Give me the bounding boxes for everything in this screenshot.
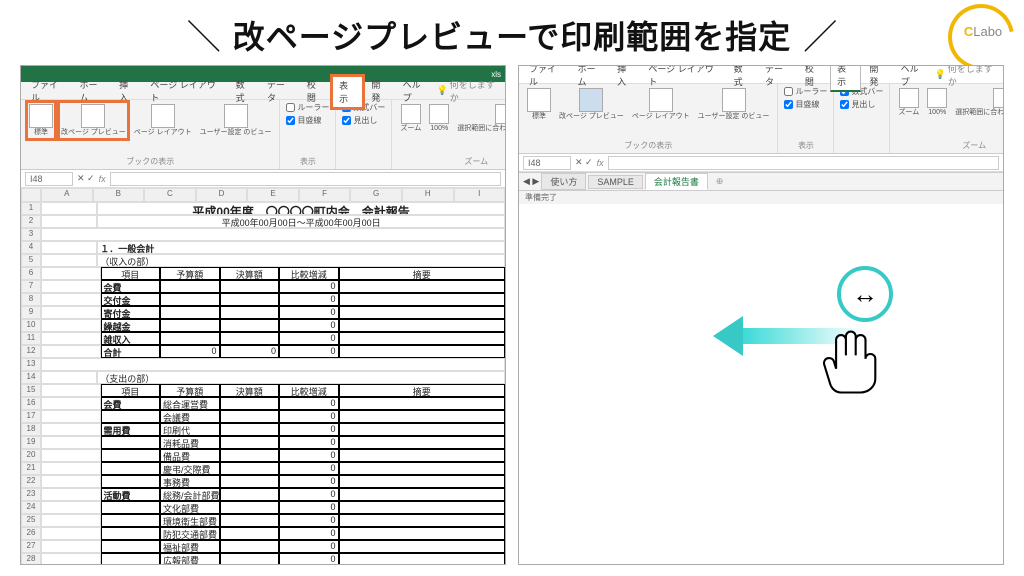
sheet-tab-0-r[interactable]: 使い方 [541, 173, 586, 190]
ribbon: 標準 改ページ プレビュー ページ レイアウト ユーザー設定 のビュー ブックの… [21, 100, 505, 170]
view-custom-button[interactable]: ユーザー設定 のビュー [198, 102, 274, 139]
chk-headings[interactable]: 見出し [342, 115, 385, 126]
chk-gridlines[interactable]: 目盛線 [286, 115, 329, 126]
menubar: ファイル ホーム 挿入 ページ レイアウト 数式 データ 校閲 表示 開発 ヘル… [21, 82, 505, 100]
name-box-r[interactable]: I48 [523, 156, 571, 170]
zoom-100-button[interactable]: 100% [427, 102, 451, 135]
view-pagebreak-button[interactable]: 改ページ プレビュー [59, 102, 128, 139]
ribbon-r: 標準 改ページ プレビュー ページ レイアウト ユーザー設定 のビュー ブックの… [519, 84, 1003, 154]
view-custom-button-r[interactable]: ユーザー設定 のビュー [696, 86, 772, 123]
tab-nav-r[interactable]: ◀ ▶ [523, 176, 539, 187]
formula-bar: I48 ✕ ✓ fx [21, 170, 505, 188]
sheet-tab-2-r[interactable]: 会計報告書 [645, 173, 708, 190]
worksheet[interactable]: ABCDEFGHI 1平成00年度 〇〇〇〇町内会 会計報告2平成00年00月0… [21, 188, 505, 565]
menu-view-r[interactable]: 表示 [830, 65, 861, 92]
menu-view[interactable]: 表示 [332, 76, 363, 108]
screenshot-right: ファイル ホーム 挿入 ページ レイアウト 数式 データ 校閲 表示 開発 ヘル… [518, 65, 1004, 565]
sheet-tab-1-r[interactable]: SAMPLE [588, 175, 643, 189]
view-pagebreak-button-r[interactable]: 改ページ プレビュー [557, 86, 626, 123]
group-zoom-label: ズーム [398, 156, 506, 167]
fx-label: fx [95, 174, 110, 184]
slash-right: ／ [803, 10, 837, 59]
resize-handle-icon: ↔ [837, 266, 893, 322]
group-show-label: 表示 [286, 156, 329, 167]
page-title: 改ページプレビューで印刷範囲を指定 [233, 12, 791, 58]
chk-gridlines-r[interactable]: 目盛線 [784, 99, 827, 110]
fx-icon: ✕ ✓ [77, 173, 95, 184]
name-box[interactable]: I48 [25, 172, 73, 186]
screenshot-left: xls ファイル ホーム 挿入 ページ レイアウト 数式 データ 校閲 表示 開… [20, 65, 506, 565]
zoom-r[interactable]: ズーム [896, 86, 921, 119]
hand-cursor-icon [813, 326, 883, 396]
chk-ruler[interactable]: ルーラー [286, 102, 329, 113]
menubar-r: ファイル ホーム 挿入 ページ レイアウト 数式 データ 校閲 表示 開発 ヘル… [519, 66, 1003, 84]
zoom-button[interactable]: ズーム [398, 102, 423, 135]
view-pagelayout-button[interactable]: ページ レイアウト [132, 102, 194, 139]
chk-ruler-r[interactable]: ルーラー [784, 86, 827, 97]
drag-arrow-icon [713, 316, 863, 356]
logo: CLabo [948, 4, 1018, 74]
formula-input-r[interactable] [608, 156, 999, 170]
new-sheet-r[interactable]: ⊕ [710, 176, 730, 187]
view-normal-button[interactable]: 標準 [27, 102, 55, 139]
zoom100-r[interactable]: 100% [925, 86, 949, 119]
view-pagelayout-button-r[interactable]: ページ レイアウト [630, 86, 692, 123]
group-views-label: ブックの表示 [27, 156, 273, 167]
view-normal-button-r[interactable]: 標準 [525, 86, 553, 123]
zoom-selection-button[interactable]: 選択範囲に合わせて 拡大/縮小 [455, 102, 506, 135]
zoomsel-r[interactable]: 選択範囲に合わせて 拡大/縮小 [953, 86, 1004, 119]
slash-left: ＼ [187, 10, 221, 59]
formula-input[interactable] [110, 172, 501, 186]
chk-headings-r[interactable]: 見出し [840, 99, 883, 110]
